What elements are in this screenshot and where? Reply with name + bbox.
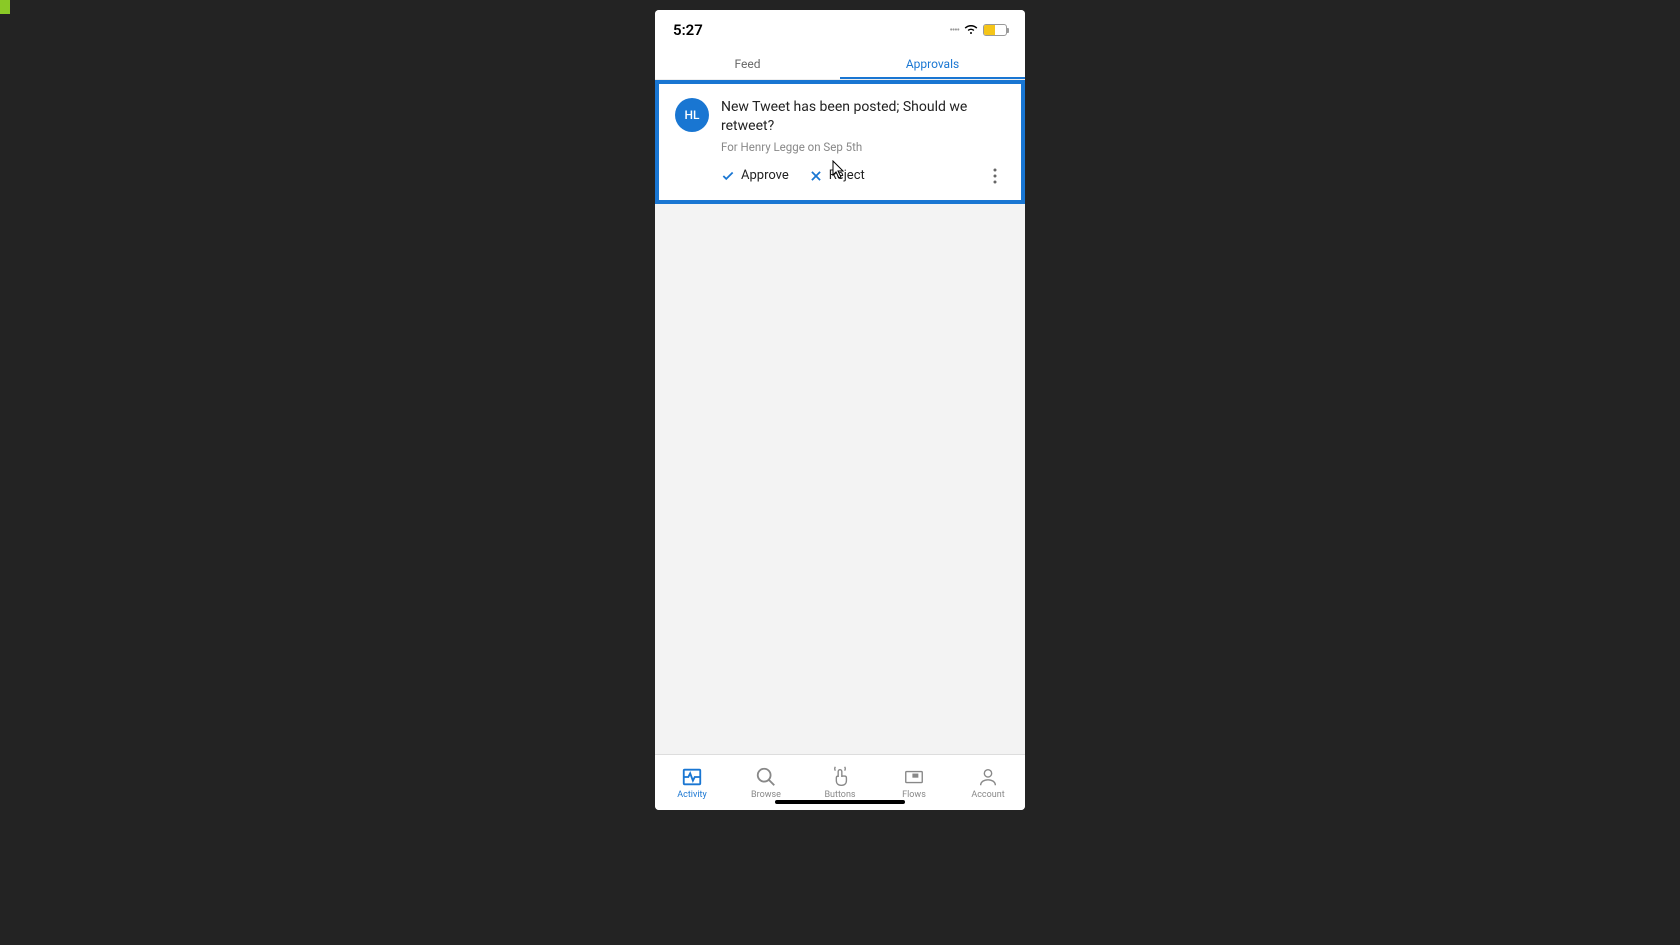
status-icons: •••• — [950, 22, 1008, 38]
x-icon — [809, 169, 823, 183]
home-indicator[interactable] — [775, 800, 905, 804]
tab-bar: Feed Approvals — [655, 50, 1025, 80]
corner-marker — [0, 0, 10, 14]
status-bar: 5:27 •••• — [655, 10, 1025, 50]
tap-icon — [829, 766, 851, 788]
more-vertical-icon — [993, 168, 997, 184]
tab-approvals[interactable]: Approvals — [840, 50, 1025, 79]
nav-browse-label: Browse — [751, 790, 781, 800]
nav-activity-label: Activity — [677, 790, 706, 800]
card-title: New Tweet has been posted; Should we ret… — [721, 98, 1005, 136]
reject-label: Reject — [829, 168, 865, 183]
person-icon — [977, 766, 999, 788]
nav-activity[interactable]: Activity — [655, 755, 729, 810]
more-button[interactable] — [985, 164, 1005, 188]
tab-feed[interactable]: Feed — [655, 50, 840, 79]
phone-frame: 5:27 •••• Feed Approvals HL New Tweet ha… — [655, 10, 1025, 810]
nav-account[interactable]: Account — [951, 755, 1025, 810]
card-meta: For Henry Legge on Sep 5th — [721, 140, 1005, 154]
approve-label: Approve — [741, 168, 789, 183]
card-body: New Tweet has been posted; Should we ret… — [721, 98, 1005, 188]
content-area: HL New Tweet has been posted; Should we … — [655, 80, 1025, 754]
status-time: 5:27 — [673, 21, 703, 39]
card-actions: Approve Reject — [721, 164, 1005, 188]
approval-card[interactable]: HL New Tweet has been posted; Should we … — [659, 84, 1021, 200]
activity-icon — [681, 766, 703, 788]
search-icon — [755, 766, 777, 788]
avatar: HL — [675, 98, 709, 132]
nav-buttons-label: Buttons — [824, 790, 855, 800]
battery-icon — [983, 24, 1007, 36]
wifi-icon — [963, 22, 979, 38]
reject-button[interactable]: Reject — [809, 168, 865, 183]
approval-card-highlight: HL New Tweet has been posted; Should we … — [655, 80, 1025, 204]
approve-button[interactable]: Approve — [721, 168, 789, 183]
flows-icon — [903, 766, 925, 788]
nav-account-label: Account — [971, 790, 1004, 800]
nav-flows-label: Flows — [902, 790, 926, 800]
check-icon — [721, 169, 735, 183]
cellular-icon: •••• — [950, 25, 960, 36]
